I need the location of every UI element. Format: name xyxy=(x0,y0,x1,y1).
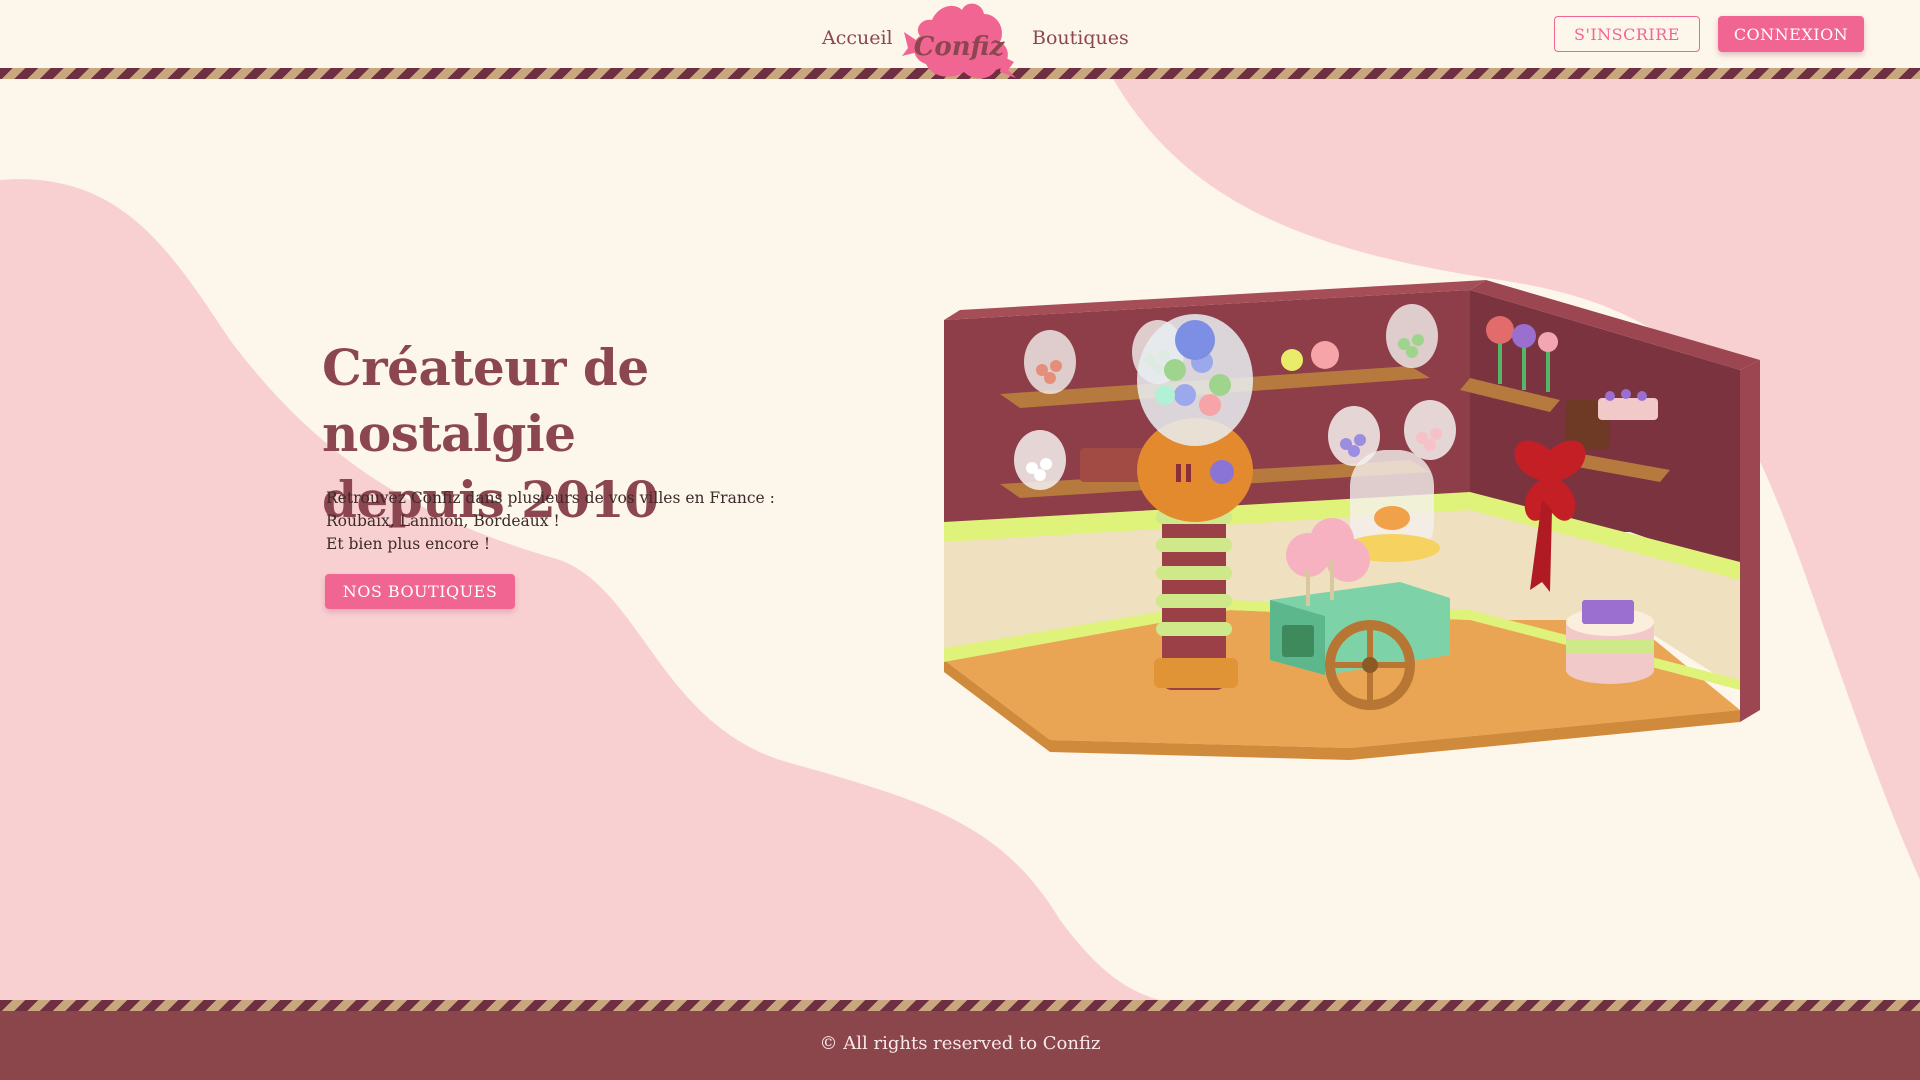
footer-copyright: © All rights reserved to Confiz xyxy=(819,1033,1101,1054)
nav-link-boutiques[interactable]: Boutiques xyxy=(1032,27,1129,49)
hero-title-line-1: Créateur de nostalgie xyxy=(322,338,649,463)
hero-description-line: Et bien plus encore ! xyxy=(326,535,491,553)
floor-cake xyxy=(1566,600,1654,684)
hero-description: Retrouvez Confiz dans plusieurs de vos v… xyxy=(326,487,846,556)
site-footer: © All rights reserved to Confiz xyxy=(0,1011,1920,1080)
logo-text: Confiz xyxy=(914,32,1006,62)
candy-shop-illustration xyxy=(944,280,1760,760)
hero-description-line: Retrouvez Confiz dans plusieurs de vos v… xyxy=(326,489,775,507)
login-button[interactable]: CONNEXION xyxy=(1718,16,1864,52)
footer-stripe xyxy=(0,1000,1920,1011)
nav-link-accueil[interactable]: Accueil xyxy=(822,27,893,49)
brand-logo[interactable]: Confiz xyxy=(902,0,1016,82)
shop-side-wall-front xyxy=(1740,360,1760,722)
nos-boutiques-button[interactable]: NOS BOUTIQUES xyxy=(325,574,515,609)
signup-button[interactable]: S'INSCRIRE xyxy=(1554,16,1700,52)
hero-description-line: Roubaix, Lannion, Bordeaux ! xyxy=(326,512,560,530)
